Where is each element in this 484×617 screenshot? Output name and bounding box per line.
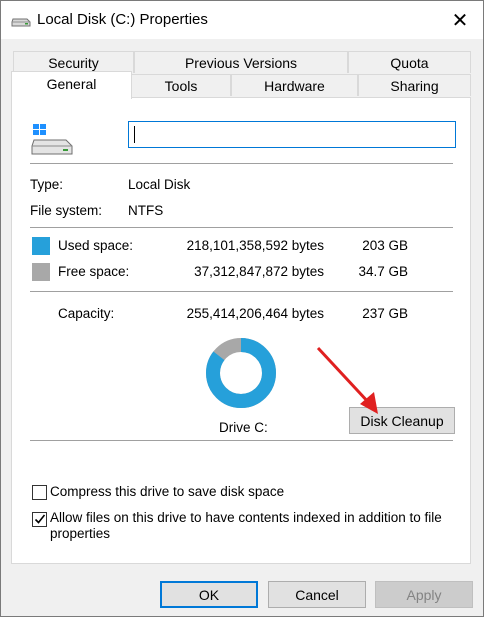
window-title: Local Disk (C:) Properties	[37, 11, 208, 28]
type-label: Type:	[30, 177, 64, 192]
apply-button[interactable]: Apply	[375, 581, 473, 608]
free-space-swatch	[32, 263, 50, 281]
free-space-label: Free space:	[58, 264, 130, 279]
tab-label: Hardware	[264, 77, 325, 94]
separator	[30, 291, 453, 292]
file-system-label: File system:	[30, 203, 103, 218]
index-label-line2: properties	[50, 526, 111, 541]
button-label: Cancel	[295, 586, 339, 603]
free-space-bytes: 37,312,847,872 bytes	[194, 264, 324, 279]
drive-icon	[11, 18, 31, 27]
separator	[30, 440, 453, 441]
used-space-bytes: 218,101,358,592 bytes	[186, 238, 324, 253]
close-icon: ✕	[451, 9, 469, 32]
tab-label: Security	[48, 54, 99, 71]
drive-icon	[31, 124, 73, 155]
tab-sharing[interactable]: Sharing	[358, 74, 471, 96]
separator	[30, 227, 453, 228]
compress-label: Compress this drive to save disk space	[50, 484, 285, 499]
tab-general[interactable]: General	[11, 71, 132, 99]
capacity-label: Capacity:	[58, 306, 115, 321]
index-checkbox[interactable]	[32, 512, 47, 527]
tab-tools[interactable]: Tools	[131, 74, 231, 96]
type-value: Local Disk	[128, 177, 191, 192]
cancel-button[interactable]: Cancel	[268, 581, 366, 608]
file-system-value: NTFS	[128, 203, 164, 218]
separator	[30, 163, 453, 164]
compress-checkbox[interactable]	[32, 485, 47, 500]
title-bar: Local Disk (C:) Properties ✕	[1, 1, 483, 39]
used-space-size: 203 GB	[362, 238, 408, 253]
capacity-size: 237 GB	[362, 306, 408, 321]
tab-label: Tools	[164, 77, 198, 94]
button-label: Apply	[406, 586, 442, 603]
tab-security[interactable]: Security	[13, 51, 134, 73]
red-arrow-icon	[316, 346, 378, 414]
button-label: OK	[198, 586, 220, 603]
disk-usage-donut	[206, 338, 276, 408]
properties-window: Local Disk (C:) Properties ✕ Security Pr…	[0, 0, 484, 617]
free-space-size: 34.7 GB	[358, 264, 408, 279]
tab-previous-versions[interactable]: Previous Versions	[134, 51, 348, 73]
drive-name-input[interactable]	[128, 121, 456, 148]
index-label-line1: Allow files on this drive to have conten…	[50, 510, 442, 525]
used-space-swatch	[32, 237, 50, 255]
tab-hardware[interactable]: Hardware	[231, 74, 358, 96]
used-space-label: Used space:	[58, 238, 134, 253]
drive-label: Drive C:	[219, 420, 268, 435]
text-caret	[134, 126, 135, 143]
checkmark-icon	[34, 514, 46, 524]
close-button[interactable]: ✕	[437, 1, 483, 39]
tab-label: Previous Versions	[184, 54, 298, 71]
tab-label: General	[46, 76, 97, 92]
general-tab-panel: Type: Local Disk File system: NTFS Used …	[11, 97, 471, 564]
capacity-bytes: 255,414,206,464 bytes	[186, 306, 324, 321]
tab-label: Quota	[390, 54, 429, 71]
tab-label: Sharing	[390, 77, 439, 94]
tab-quota[interactable]: Quota	[348, 51, 471, 73]
ok-button[interactable]: OK	[160, 581, 258, 608]
